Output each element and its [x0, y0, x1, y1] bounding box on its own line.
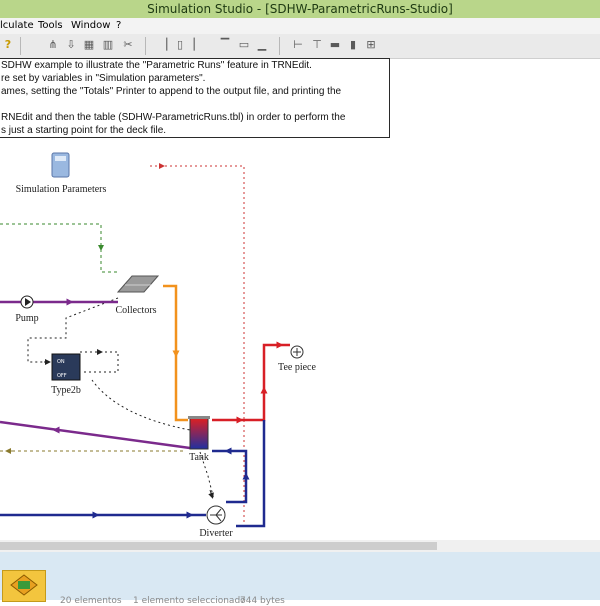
pump-label: Pump: [15, 313, 38, 324]
description-panel[interactable]: SDHW example to illustrate the "Parametr…: [0, 58, 390, 138]
tank-icon: [189, 417, 209, 450]
diverter-component[interactable]: Diverter: [199, 505, 233, 539]
mains-to-tank-pipe: [236, 420, 266, 528]
tank-to-pump-pipe: [0, 420, 191, 450]
green-dashed-link: [0, 223, 118, 273]
controller-on-glyph: ON: [57, 359, 65, 365]
diverter-label: Diverter: [199, 528, 233, 539]
pump-component[interactable]: Pump: [15, 295, 39, 324]
simulation-parameters-label: Simulation Parameters: [16, 184, 107, 195]
status-selection: 1 elemento seleccionado: [133, 596, 246, 606]
red-dashed-link: [150, 165, 245, 420]
tank-cap: [188, 416, 210, 419]
description-line: ames, setting the "Totals" Printer to ap…: [1, 86, 342, 97]
scrollbar-thumb[interactable]: [0, 542, 437, 550]
tank-label: Tank: [189, 452, 209, 463]
description-line: s just a starting point for the deck fil…: [1, 125, 167, 136]
horizontal-scrollbar[interactable]: [0, 540, 600, 552]
control-link: [27, 297, 119, 363]
controller-off-glyph: OFF: [57, 373, 67, 379]
calculator-display: [55, 156, 66, 161]
diverter-to-tank-pipe: [212, 449, 248, 504]
taskbar-thumbnail[interactable]: [2, 570, 46, 602]
description-line: SDHW example to illustrate the "Parametr…: [1, 60, 312, 71]
description-line: RNEdit and then the table (SDHW-Parametr…: [1, 112, 346, 123]
description-line: re set by variables in "Simulation param…: [1, 73, 206, 84]
tank-to-tee-pipe: [212, 343, 290, 422]
control-link: [80, 351, 119, 373]
simulation-parameters-component[interactable]: Simulation Parameters: [16, 152, 107, 195]
tank-component[interactable]: Tank: [188, 416, 210, 463]
type2b-component[interactable]: ON OFF Type2b: [51, 353, 81, 396]
tee-piece-component[interactable]: Tee piece: [278, 345, 316, 373]
description-line: [0, 98, 389, 111]
tee-piece-label: Tee piece: [278, 362, 316, 373]
collectors-component[interactable]: Collectors: [115, 275, 160, 316]
collectors-label: Collectors: [115, 305, 156, 316]
status-bar: 20 elementos 1 elemento seleccionado 744…: [0, 552, 600, 606]
type2b-label: Type2b: [51, 385, 81, 396]
status-elements: 20 elementos: [60, 596, 122, 606]
status-size: 744 bytes: [240, 596, 285, 606]
solar-collector-icon: [116, 275, 160, 293]
app-icon: [10, 574, 38, 596]
